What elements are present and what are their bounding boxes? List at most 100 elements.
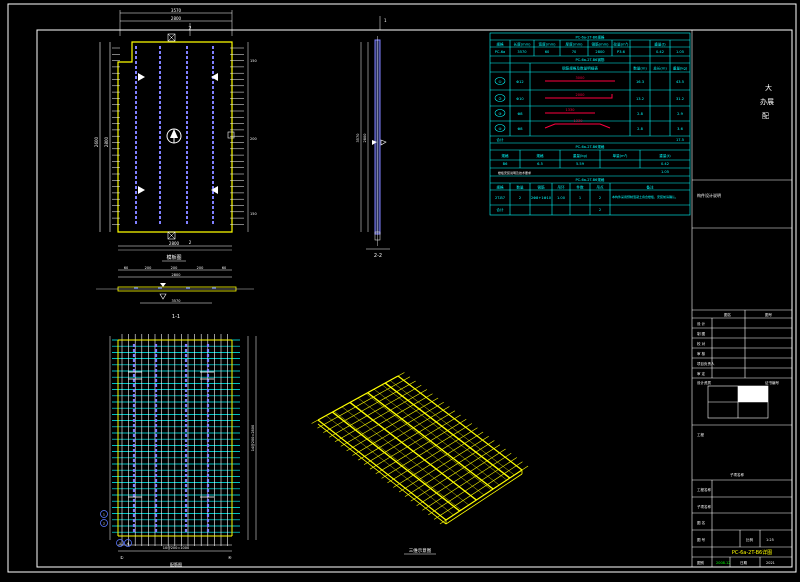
svg-text:图 名: 图 名 [697,520,705,525]
rebar-row-2-spec: Φ10 [516,97,524,101]
rebar-mark-1: 1 [103,513,105,517]
cad-drawing: 3570 2800 2 2600 2800 [7,3,797,573]
plan-dim-left-2: 2800 [104,136,109,147]
rebar-row-2-n: 13.2 [636,97,644,101]
rebar-row-2-w: 31.2 [676,97,684,101]
tb-sheet-label: 图别 [697,560,705,565]
rebar-len-3: 1330 [566,108,575,112]
bottom-head-1: 规格 [496,185,504,190]
bottom-head-5: 件数 [576,185,584,190]
tb-row-2: 制 图 [697,331,706,336]
title-big-2: 办展 [760,97,774,106]
tb-row-3: 校 对 [697,341,706,346]
rebar-row-3-n: 2.8 [637,112,643,116]
plan-view: 3570 2800 2 2600 2800 [94,8,257,262]
bottom-cell-5: 1 [579,196,581,200]
tb-row-6: 审 定 [697,371,706,376]
mid-value-3: 5.59 [576,162,585,166]
section-2-2: 3570 2800 2-2 1 [356,16,390,259]
spec-cell-8: 1.05 [676,50,684,54]
svg-text:总长(m): 总长(m) [653,66,667,71]
rebar-row-4-spec: Φ8 [517,127,523,131]
side-note-1: 楼板安装说明及技术要求 [498,170,531,175]
table-title-1: PC-6a-2T-B6规格 [575,35,604,40]
section22-label: 2-2 [374,253,382,259]
rebar-mark-4: 4 [127,542,129,546]
mid-value-1: B6 [503,162,508,166]
rebar-row-4-n: 2.8 [637,127,643,131]
logo-block [738,386,768,402]
table-head-4: 厚度(mm) [566,42,584,47]
table-head-2: 长度(mm) [514,42,532,47]
tb-row-4: 审 核 [697,351,706,356]
spec-table-text: PC-6a-2T-B6规格 规格 长度(mm) 宽度(mm) 厚度(mm) 钢筋… [495,35,688,213]
tb-scale-label: 比例 [746,537,754,542]
bottom-cell-4: 1.00 [557,196,566,200]
tb-scale-value: 1:25 [766,538,774,542]
plan-dim-left-1: 2600 [94,136,99,147]
plan-dim-top-1: 3570 [171,8,182,13]
rebar-row-3-id: ③ [498,112,501,116]
svg-text:150: 150 [250,212,257,216]
svg-text:①: ① [120,555,124,560]
bottom-cell-3: 2Φ8+1Φ10 [531,196,552,200]
plan-view-label: 模板图 [166,254,181,261]
svg-text:150: 150 [250,59,257,63]
tb-row-5: 项目负责人 [697,361,715,366]
plan-dim-bottom: 2800 [169,241,180,246]
mid-label-5: 重量(t) [659,153,671,158]
tb-bottom-left: 2008.12 [716,561,730,565]
iso-truss [384,382,511,479]
rebar-row-1-n: 16.3 [636,80,644,84]
mid-label-3: 重量(kg) [573,153,588,158]
spec-cell-5: 2800 [595,50,605,54]
tb-company: 工程 [697,432,705,437]
rebar-mark-2: 2 [103,522,105,526]
section11-label: 1-1 [172,314,180,320]
mid-label-1: 规格 [501,153,509,158]
svg-text:工程名称: 工程名称 [697,487,711,492]
rebar-len-1: 3000 [576,76,585,80]
rebar-view: 14@200=2800 10@200=1000 1 2 3 4 ① ④ 配筋图 [100,334,257,567]
bottom-cell-1: 2T-B7 [495,196,505,200]
plan-mark-2-bottom: 2 [189,240,192,245]
bottom-head-4: 吊环 [557,185,565,190]
section-1-1: 60 200 200 200 60 2800 1-1 3570 [96,266,254,320]
tb-small-1: 设计资质 [697,380,711,385]
iso-crossbar [365,393,492,491]
bottom-sum-1: 合计 [496,207,504,212]
spec-cell-2: 3570 [517,50,527,54]
svg-text:2800: 2800 [363,134,367,143]
rebar-row-1-w: 43.5 [676,80,684,84]
svg-text:数量(m): 数量(m) [633,66,647,71]
mid-value-4: 0.42 [661,162,669,166]
svg-text:图 号: 图 号 [697,537,706,542]
side-note-2: 构件设计说明 [697,192,721,198]
svg-text:1: 1 [384,18,387,23]
iso-crossbar [397,375,523,471]
svg-text:④: ④ [228,555,232,560]
tb-col-1: 图名 [724,312,731,317]
table-head-1: 规格 [496,42,504,47]
rebar-len-4: 1330 [574,119,583,123]
table-title-3: PC-6a-2T-B6规格 [575,144,604,149]
rebar-row-1-spec: Φ12 [516,80,523,84]
spec-cell-3: 60 [545,50,550,54]
sec11-dim-4: 200 [197,266,204,270]
tb-small-2: 证书编号 [765,380,779,385]
rebar-row-4-id: ④ [498,127,501,131]
spec-cell-7: 0.42 [656,50,664,54]
svg-text:重量(kg): 重量(kg) [673,66,688,71]
svg-text:200: 200 [250,137,257,141]
rebar-row-2-id: ② [498,97,501,101]
rebar-view-label: 配筋图 [170,561,182,567]
rebar-mark-3: 3 [119,542,121,546]
spec-cell-1: PC-6a [495,50,505,54]
bottom-head-6: 吊点 [596,185,604,190]
title-block [691,30,792,567]
rebar-sum-value: 17.5 [676,138,684,142]
mid-value-2: 6.5 [537,162,543,166]
bottom-cell-6: 2 [599,196,601,200]
title-big-3: 配 [762,112,769,120]
svg-text:子项名称: 子项名称 [697,504,711,509]
